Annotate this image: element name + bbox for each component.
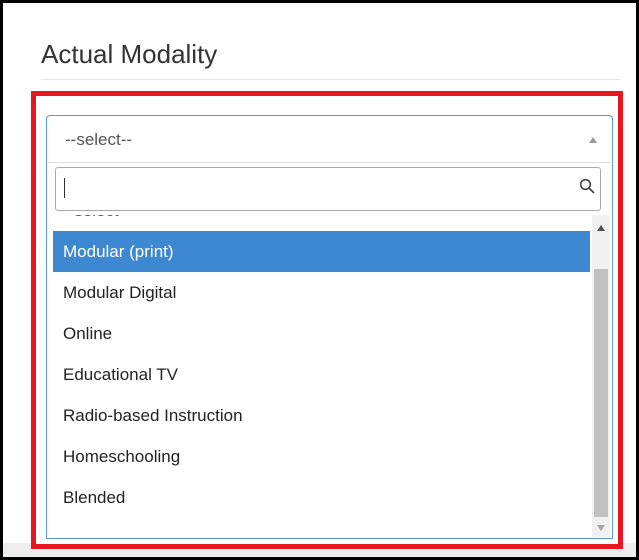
dropdown-search-input[interactable]: [55, 167, 601, 211]
options-list: --select-- Modular (print) Modular Digit…: [53, 215, 590, 537]
scrollbar-thumb[interactable]: [594, 269, 608, 517]
option-online[interactable]: Online: [53, 313, 590, 354]
option-homeschooling[interactable]: Homeschooling: [53, 436, 590, 477]
search-icon: [579, 178, 595, 194]
dropdown-scrollbar[interactable]: [592, 215, 610, 537]
modality-select[interactable]: --select--: [46, 115, 613, 163]
chevron-up-icon: [589, 137, 597, 143]
select-current-value: --select--: [65, 130, 133, 149]
text-cursor: [64, 178, 65, 198]
select-dropdown: --select-- Modular (print) Modular Digit…: [46, 163, 613, 539]
option-radio-based-instruction[interactable]: Radio-based Instruction: [53, 395, 590, 436]
option-educational-tv[interactable]: Educational TV: [53, 354, 590, 395]
option-modular-digital[interactable]: Modular Digital: [53, 272, 590, 313]
scroll-up-arrow-icon[interactable]: [597, 225, 605, 231]
option-blended[interactable]: Blended: [53, 477, 590, 518]
option-select-placeholder[interactable]: --select--: [53, 215, 590, 231]
field-title: Actual Modality: [41, 39, 218, 69]
option-modular-print[interactable]: Modular (print): [53, 231, 590, 272]
screenshot-frame: Actual Modality --select-- --select-- Mo…: [0, 0, 639, 560]
title-divider: [41, 79, 621, 80]
scroll-down-arrow-icon[interactable]: [597, 525, 605, 531]
